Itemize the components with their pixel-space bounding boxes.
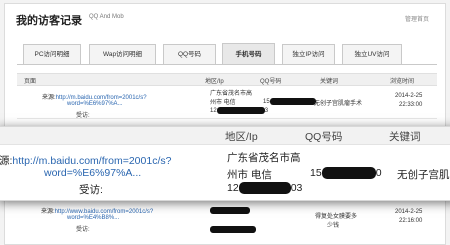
col-region-ip: 地区/Ip xyxy=(225,131,258,143)
visit-time: 22:33:00 xyxy=(399,102,423,108)
source-link-cont[interactable]: word=%E6%97%A... xyxy=(67,101,123,107)
zoom-table-header: 地区/Ip QQ号码 关键词 xyxy=(0,127,450,145)
tab-pc-details[interactable]: PC访问明细 xyxy=(23,44,81,64)
source-prefix: 来源:http://m.baidu.com/from=2001c/s? xyxy=(42,95,147,101)
qq-number: 15 xyxy=(263,98,316,105)
region-line-2: 州市 电信 xyxy=(210,100,236,106)
source-link-cont[interactable]: word=%E4%B8%... xyxy=(67,215,119,221)
col-qq: QQ号码 xyxy=(305,131,343,143)
tab-bar: PC访问明细 Wap访问明细 QQ号码 手机号码 独立IP访问 独立UV访问 xyxy=(5,43,445,65)
col-page: 页面 xyxy=(24,79,37,85)
manage-home-link[interactable]: 管理首页 xyxy=(405,14,429,23)
row-divider xyxy=(17,118,437,119)
col-time: 浏览时间 xyxy=(390,79,415,85)
page-subtitle: QQ And Mob xyxy=(89,14,124,20)
source-link-cont[interactable]: word=%E6%97%A... xyxy=(44,167,141,179)
region: 广东省茂名市高 xyxy=(227,152,301,164)
col-region-ip: 地区/Ip xyxy=(205,79,224,85)
ip-address: 12 3 xyxy=(210,107,269,115)
source-prefix: 源:http://m.baidu.com/from=2001c/s? xyxy=(0,155,172,167)
tab-unique-uv[interactable]: 独立UV访问 xyxy=(342,44,402,64)
table-header: 页面 地区/Ip QQ号码 关键词 浏览时间 xyxy=(17,73,437,86)
tab-phone-number[interactable]: 手机号码 xyxy=(222,43,275,65)
visit-time: 22:16:00 xyxy=(399,218,423,224)
tab-unique-ip[interactable]: 独立IP访问 xyxy=(282,44,335,64)
tabs-divider xyxy=(17,64,437,65)
col-qq: QQ号码 xyxy=(260,79,282,85)
title-bar: 我的访客记录 QQ And Mob 管理首页 xyxy=(5,4,445,32)
redacted-qq xyxy=(269,98,316,105)
qq-number: 15 0 xyxy=(310,167,382,180)
keyword: 无创子宫肌瘤手术 xyxy=(314,101,363,107)
redacted-ip xyxy=(216,107,265,114)
page-title: 我的访客记录 xyxy=(16,15,82,27)
region-line-2: 州市 电信 xyxy=(227,169,272,181)
redacted-region xyxy=(210,207,250,214)
keyword: 得复处女膜要多 xyxy=(315,214,358,220)
visit-label: 受访: xyxy=(76,227,90,233)
ip-address: 12 03 xyxy=(227,182,303,195)
table-row: 来源:http://www.baidu.com/from=2001c/s? wo… xyxy=(5,203,445,244)
magnified-row-callout: 地区/Ip QQ号码 关键词 源:http://m.baidu.com/from… xyxy=(0,126,450,201)
col-keyword: 关键词 xyxy=(389,131,421,143)
col-keyword: 关键词 xyxy=(320,79,339,85)
region xyxy=(210,207,250,214)
visitor-panel: 我的访客记录 QQ And Mob 管理首页 PC访问明细 Wap访问明细 QQ… xyxy=(4,3,446,245)
ip-address xyxy=(210,226,256,233)
region: 广东省茂名市高 xyxy=(210,91,253,97)
redacted-qq xyxy=(321,167,376,180)
redacted-ip xyxy=(210,226,256,233)
visit-date: 2014-2-25 xyxy=(395,93,423,99)
keyword: 无创子宫肌 xyxy=(397,169,450,181)
source-prefix: 来源:http://www.baidu.com/from=2001c/s? xyxy=(41,209,154,215)
keyword-line-2: 少钱 xyxy=(327,223,340,229)
source-link[interactable]: http://m.baidu.com/from=2001c/s? xyxy=(12,155,171,167)
visit-label: 受访: xyxy=(79,184,103,196)
redacted-ip xyxy=(238,182,291,195)
tab-qq-number[interactable]: QQ号码 xyxy=(163,44,216,64)
visit-date: 2014-2-25 xyxy=(395,209,423,215)
tab-wap-details[interactable]: Wap访问明细 xyxy=(89,44,156,64)
